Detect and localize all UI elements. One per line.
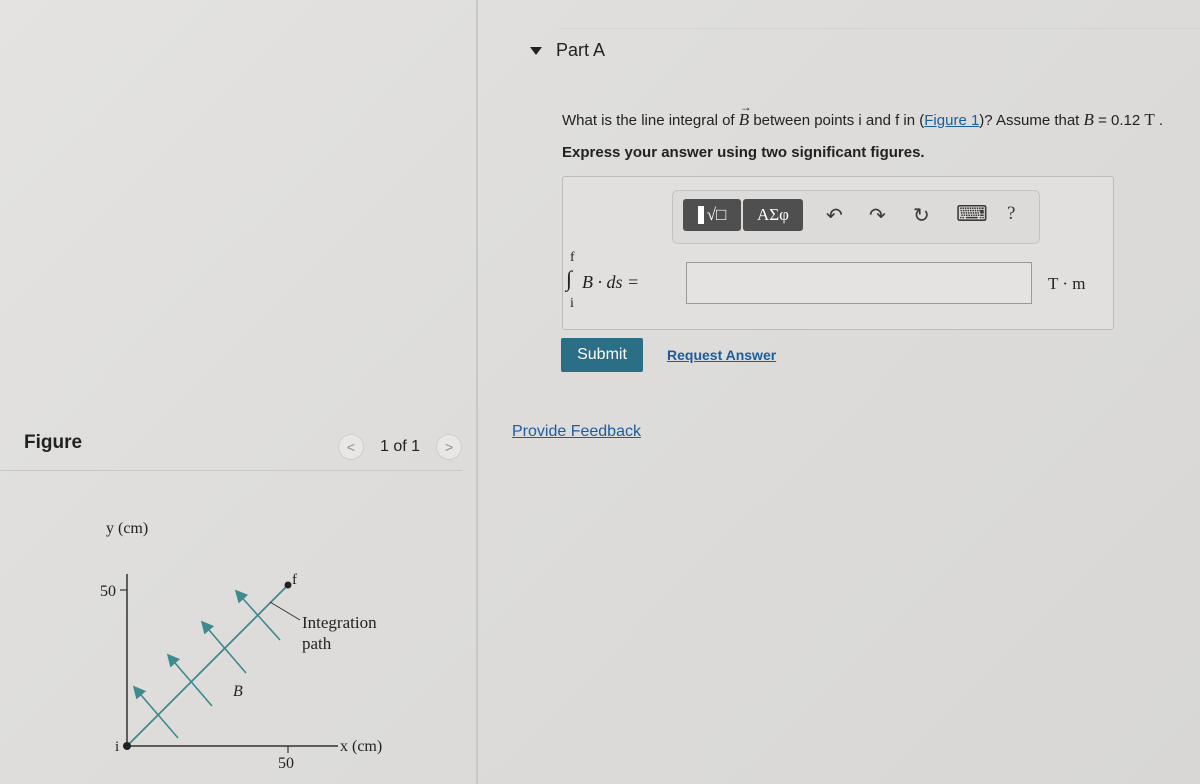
request-answer-link[interactable]: Request Answer [667,347,776,363]
top-divider [560,28,1200,29]
pager-text: 1 of 1 [380,438,421,455]
integration-path [126,584,289,747]
figure-divider [0,470,462,471]
math-toolbar: √□ ΑΣφ ↶ ↷ ↻ ⌨ ? [672,190,1040,244]
redo-icon[interactable]: ↷ [869,203,886,228]
help-icon[interactable]: ? [1007,203,1015,225]
path-label-line-1: Integration [302,613,377,632]
collapse-caret-icon[interactable] [530,46,542,55]
figure-diagram: y (cm) 50 x (cm) 50 i f B Integration pa… [100,520,382,772]
instruction-text: Express your answer using two significan… [562,144,925,161]
field-label: B [233,683,243,700]
templates-button[interactable]: √□ [683,199,741,231]
point-f [284,581,292,589]
point-i-label: i [115,739,119,755]
path-label-line-2: path [302,634,332,653]
figure-link[interactable]: Figure 1 [924,112,979,129]
integrand: B · ds = [582,272,640,292]
greek-symbols-button[interactable]: ΑΣφ [743,199,803,231]
undo-icon[interactable]: ↶ [826,203,843,228]
figure-pager: < 1 of 1 > [338,434,463,460]
part-title: Part A [556,40,606,60]
figure-title: Figure [24,432,83,453]
part-header[interactable]: Part A [530,40,605,61]
provide-feedback-link[interactable]: Provide Feedback [512,423,641,441]
keyboard-icon[interactable]: ⌨ [956,201,988,227]
point-i [123,742,131,750]
lower-limit: i [570,296,574,311]
submit-button[interactable]: Submit [561,338,643,372]
upper-limit: f [570,250,575,265]
question-text: What is the line integral of → B between … [562,100,1164,129]
point-f-label: f [292,572,297,588]
pager-next-button[interactable]: > [436,434,463,460]
vector-b: → B [738,100,752,129]
x-axis-label: x (cm) [340,738,382,755]
answer-input[interactable] [686,262,1032,304]
pager-prev-button[interactable]: < [338,434,364,460]
y-axis-label: y (cm) [106,520,148,537]
x-tick-label: 50 [278,755,294,772]
units-label: T · m [1048,274,1086,293]
reset-icon[interactable]: ↻ [913,203,930,228]
integral-sign: ∫ [566,266,573,291]
path-label-leader [269,601,301,621]
panel-divider [476,0,478,784]
y-tick-label: 50 [100,583,116,600]
figure-panel: Figure < 1 of 1 > y (cm) 50 x (cm) 50 i … [0,0,470,784]
